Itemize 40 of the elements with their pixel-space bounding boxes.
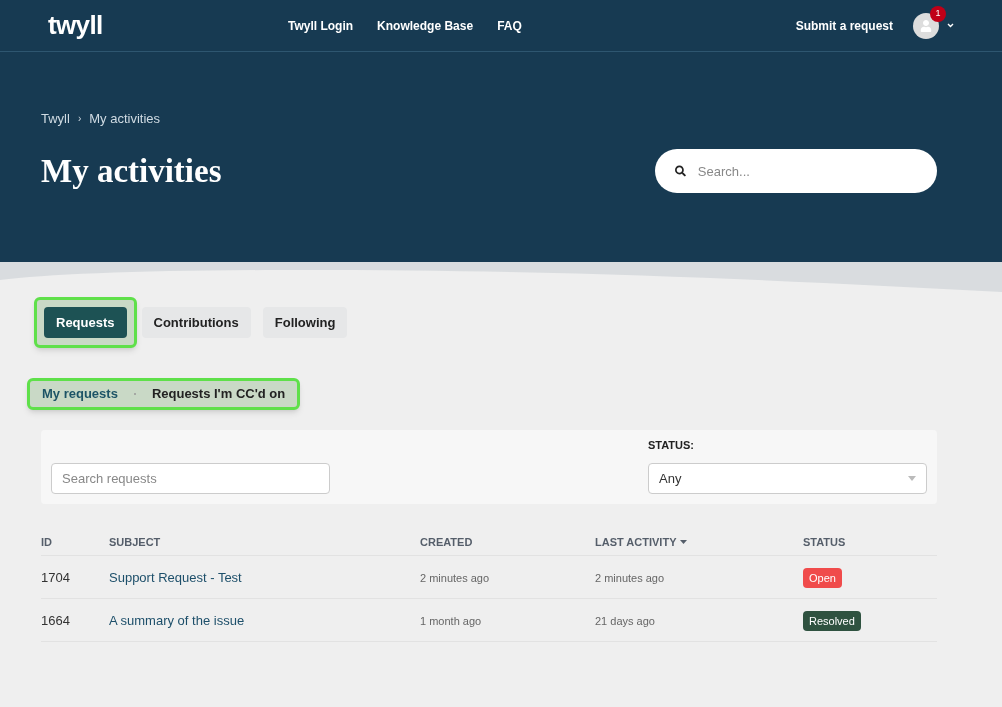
nav-link[interactable]: Twyll Login bbox=[288, 16, 354, 35]
tab[interactable]: Contributions bbox=[141, 307, 251, 338]
table-cell: 1664 bbox=[41, 613, 70, 628]
column-header[interactable]: ID bbox=[41, 533, 52, 550]
table-cell: 2 minutes ago bbox=[420, 572, 490, 584]
avatar[interactable] bbox=[913, 12, 939, 39]
dropdown-arrow-icon bbox=[908, 476, 916, 481]
breadcrumb-link[interactable]: My activities bbox=[89, 109, 161, 129]
logo[interactable]: twyll bbox=[48, 6, 288, 45]
status-tag: Open bbox=[803, 568, 842, 588]
status-tag: Resolved bbox=[803, 611, 861, 631]
search-icon bbox=[675, 165, 686, 178]
column-header[interactable]: CREATED bbox=[420, 533, 473, 550]
table-cell: 1 month ago bbox=[420, 615, 482, 627]
table-cell: 2 minutes ago bbox=[595, 572, 665, 584]
subtab-link[interactable]: Requests I'm CC'd on bbox=[151, 384, 286, 404]
submit-request-link[interactable]: Submit a request bbox=[795, 16, 893, 35]
nav-link[interactable]: FAQ bbox=[497, 16, 522, 35]
request-link[interactable]: Support Request - Test bbox=[109, 570, 242, 585]
notification-badge: 1 bbox=[930, 5, 946, 22]
table-cell: 1704 bbox=[41, 570, 70, 585]
request-link[interactable]: A summary of the issue bbox=[109, 613, 245, 628]
caret-down-icon[interactable] bbox=[947, 23, 954, 28]
search-input[interactable]: Search... bbox=[697, 161, 917, 181]
column-header[interactable]: LAST ACTIVITY bbox=[595, 533, 688, 550]
search-field[interactable]: Search... bbox=[655, 149, 937, 194]
status-label: STATUS: bbox=[648, 437, 696, 453]
page-title: My activities bbox=[41, 151, 222, 191]
subtab-link[interactable]: My requests bbox=[42, 384, 118, 404]
search-requests-field[interactable]: Search requests bbox=[51, 463, 330, 494]
column-header[interactable]: STATUS bbox=[803, 533, 846, 550]
tab[interactable]: Following bbox=[262, 307, 348, 338]
column-header[interactable]: SUBJECT bbox=[109, 533, 161, 550]
tab[interactable]: Requests bbox=[44, 307, 127, 338]
table-cell: 21 days ago bbox=[595, 615, 655, 627]
user-silhouette-icon bbox=[920, 19, 932, 32]
status-dropdown[interactable]: Any bbox=[648, 463, 927, 494]
breadcrumb-separator: › bbox=[77, 112, 82, 127]
nav-link[interactable]: Knowledge Base bbox=[377, 16, 474, 35]
breadcrumb-link[interactable]: Twyll bbox=[41, 109, 70, 129]
